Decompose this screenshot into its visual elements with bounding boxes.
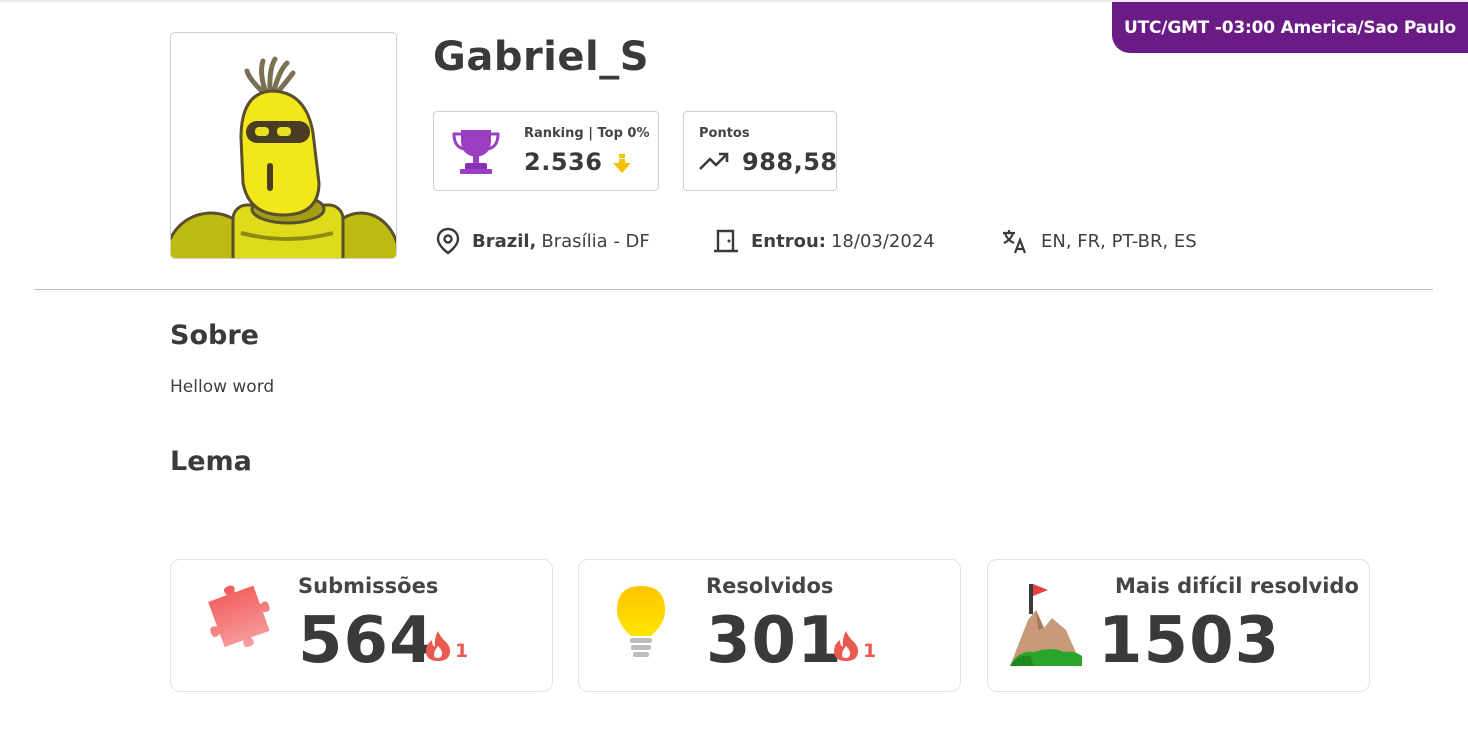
motto-title: Lema bbox=[170, 446, 252, 477]
submissions-value: 564 bbox=[298, 604, 435, 678]
points-card[interactable]: Pontos 988,58 bbox=[683, 111, 837, 191]
points-value: 988,58 bbox=[742, 148, 838, 176]
trophy-icon bbox=[452, 130, 500, 174]
ranking-label: Ranking | Top 0% bbox=[524, 126, 650, 141]
points-label: Pontos bbox=[699, 126, 750, 141]
translate-icon bbox=[1003, 230, 1027, 254]
solved-value: 301 bbox=[706, 604, 843, 678]
lightbulb-icon bbox=[617, 586, 665, 657]
submissions-card[interactable]: Submissões 564 1 bbox=[170, 559, 553, 692]
trending-up-icon bbox=[699, 152, 729, 170]
about-title: Sobre bbox=[170, 320, 259, 351]
flame-icon bbox=[426, 631, 450, 661]
solved-label: Resolvidos bbox=[706, 574, 834, 598]
flame-icon bbox=[834, 631, 858, 661]
submissions-streak: 1 bbox=[425, 630, 468, 662]
hardest-label: Mais difícil resolvido bbox=[1115, 574, 1359, 598]
door-icon bbox=[714, 229, 738, 253]
mountain-flag-icon bbox=[1010, 584, 1082, 666]
location-pin-icon bbox=[436, 227, 460, 255]
joined-label: Entrou: bbox=[751, 230, 826, 252]
ranking-value: 2.536 bbox=[524, 148, 603, 176]
divider bbox=[34, 289, 1433, 290]
location: Brazil, Brasília - DF bbox=[436, 226, 650, 256]
solved-card[interactable]: Resolvidos 301 1 bbox=[578, 559, 961, 692]
languages-text: EN, FR, PT-BR, ES bbox=[1041, 230, 1197, 252]
joined-date: 18/03/2024 bbox=[830, 230, 935, 252]
solved-streak: 1 bbox=[833, 630, 876, 662]
puzzle-icon bbox=[208, 585, 270, 648]
about-text: Hellow word bbox=[170, 377, 275, 397]
avatar bbox=[170, 32, 397, 259]
city: Brasília - DF bbox=[541, 230, 650, 252]
ranking-card[interactable]: Ranking | Top 0% 2.536 bbox=[433, 111, 659, 191]
hardest-card[interactable]: Mais difícil resolvido 1503 bbox=[987, 559, 1370, 692]
country: Brazil, bbox=[472, 230, 537, 252]
username: Gabriel_S bbox=[433, 34, 650, 80]
arrow-down-icon bbox=[613, 154, 631, 173]
hardest-value: 1503 bbox=[1098, 604, 1281, 678]
solved-streak-count: 1 bbox=[863, 640, 877, 662]
submissions-label: Submissões bbox=[298, 574, 439, 598]
languages: EN, FR, PT-BR, ES bbox=[1001, 226, 1197, 256]
robot-avatar-icon bbox=[171, 56, 396, 258]
timezone-badge: UTC/GMT -03:00 America/Sao Paulo bbox=[1112, 2, 1468, 53]
join-date: Entrou: 18/03/2024 bbox=[713, 226, 935, 256]
submissions-streak-count: 1 bbox=[455, 640, 469, 662]
